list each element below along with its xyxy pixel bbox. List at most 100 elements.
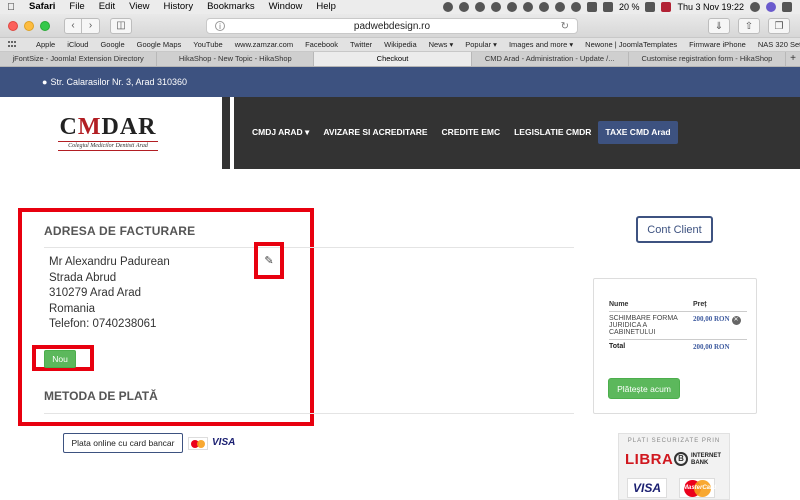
- bookmark-item[interactable]: Google Maps: [131, 40, 188, 49]
- status-icon[interactable]: [442, 2, 453, 12]
- minimize-window-button[interactable]: [24, 20, 34, 31]
- status-area: 20 % Thu 3 Nov 19:22: [442, 2, 800, 12]
- airplay-icon[interactable]: [586, 2, 597, 12]
- siri-icon[interactable]: [766, 2, 776, 12]
- chevron-left-icon: ‹: [71, 20, 75, 31]
- bookmark-item[interactable]: Popular ▾: [459, 40, 503, 49]
- bookmark-item[interactable]: YouTube: [187, 40, 228, 49]
- secure-payment-badge: PLATI SECURIZATE PRIN LIBRA B INTERNET BA…: [618, 433, 730, 500]
- forward-button[interactable]: ›: [82, 17, 100, 34]
- apple-menu-icon[interactable]: : [0, 2, 22, 13]
- battery-percent[interactable]: 20 %: [619, 2, 640, 12]
- nav-item-credite[interactable]: CREDITE EMC: [435, 121, 508, 144]
- sidebar-toggle-button[interactable]: ◫: [110, 17, 132, 34]
- pay-now-button[interactable]: Plătește acum: [608, 378, 680, 399]
- toolbar-right: ⇓ ⇧ ❐: [708, 18, 790, 34]
- sidebar-icon: ◫: [116, 20, 126, 31]
- nav-item-avizare[interactable]: AVIZARE SI ACREDITARE: [316, 121, 434, 144]
- bookmark-item[interactable]: NAS 320 Setari: [752, 40, 800, 49]
- logo-letter: DAR: [101, 114, 157, 140]
- column-header-name: Nume: [609, 299, 693, 312]
- menu-history[interactable]: History: [157, 0, 201, 14]
- visa-icon: VISA: [212, 437, 236, 448]
- menu-app-safari[interactable]: Safari: [22, 0, 62, 14]
- mastercard-text: MasterCard: [683, 485, 717, 491]
- bookmark-item[interactable]: Google: [94, 40, 130, 49]
- table-row: SCHIMBARE FORMA JURIDICA A CABINETULUI 2…: [609, 312, 747, 340]
- account-button[interactable]: Cont Client: [636, 216, 713, 243]
- bluetooth-icon[interactable]: [554, 2, 565, 12]
- remove-item-icon[interactable]: ✕: [731, 316, 741, 325]
- bookmark-item[interactable]: Images and more ▾: [503, 40, 579, 49]
- browser-tab-active[interactable]: Checkout: [314, 52, 472, 66]
- cart-item-price: 200,00 RON: [693, 315, 730, 323]
- libra-bank-logo: LIBRA: [625, 451, 674, 468]
- bookmark-item[interactable]: Wikipedia: [378, 40, 423, 49]
- time-machine-icon[interactable]: [538, 2, 549, 12]
- browser-tab[interactable]: jFontSize - Joomla! Extension Directory: [0, 52, 158, 66]
- nav-item-cmdj-arad[interactable]: CMDJ ARAD ▾: [245, 121, 316, 144]
- window-controls: [8, 20, 50, 31]
- bookmark-item[interactable]: Apple: [30, 40, 61, 49]
- logo-link[interactable]: CMDAR Colegiul Medicilor Dentisti Arad: [0, 97, 216, 169]
- bookmark-item[interactable]: Facebook: [299, 40, 344, 49]
- browser-tab[interactable]: HikaShop - New Topic - HikaShop: [157, 52, 315, 66]
- share-button[interactable]: ⇧: [738, 18, 760, 34]
- notification-center-icon[interactable]: [782, 2, 792, 12]
- browser-tab[interactable]: Customise registration form - HikaShop: [629, 52, 787, 66]
- nav-item-taxe[interactable]: TAXE CMD Arad: [598, 121, 678, 144]
- dropbox-icon[interactable]: [490, 2, 501, 12]
- bookmark-item[interactable]: Newone | JoomlaTemplates: [579, 40, 683, 49]
- bank-line: INTERNET: [691, 453, 721, 459]
- wifi-icon[interactable]: [570, 2, 581, 12]
- flag-icon[interactable]: [661, 2, 672, 12]
- bookmark-item[interactable]: www.zamzar.com: [229, 40, 299, 49]
- browser-tab[interactable]: CMD Arad - Administration - Update /...: [472, 52, 629, 66]
- column-header-price: Preț: [693, 299, 747, 312]
- bookmark-item[interactable]: News ▾: [423, 40, 460, 49]
- menu-help[interactable]: Help: [309, 0, 343, 14]
- status-icon[interactable]: [506, 2, 517, 12]
- url-text: padwebdesign.ro: [353, 20, 431, 32]
- menu-view[interactable]: View: [122, 0, 156, 14]
- volume-icon[interactable]: [602, 2, 613, 12]
- tabs-overview-button[interactable]: ❐: [768, 18, 790, 34]
- menu-edit[interactable]: Edit: [92, 0, 122, 14]
- table-header-row: Nume Preț: [609, 299, 747, 312]
- downloads-button[interactable]: ⇓: [708, 18, 730, 34]
- bookmark-item[interactable]: iCloud: [61, 40, 94, 49]
- mastercard-logo: MasterCard: [679, 478, 717, 498]
- header-divider: [230, 97, 234, 169]
- close-window-button[interactable]: [8, 20, 18, 31]
- reader-icon[interactable]: i: [215, 21, 225, 31]
- payment-option-card[interactable]: Plata online cu card bancar: [63, 433, 183, 453]
- internet-bank-label: INTERNET BANK: [691, 453, 721, 467]
- macos-menu-bar:  Safari File Edit View History Bookmark…: [0, 0, 800, 14]
- spotlight-icon[interactable]: [750, 2, 760, 12]
- table-row-total: Total 200,00 RON: [609, 339, 747, 354]
- billing-address: Mr Alexandru Padurean Strada Abrud 31027…: [49, 255, 170, 333]
- status-icon[interactable]: [474, 2, 485, 12]
- top-sites-icon[interactable]: [8, 40, 16, 49]
- back-button[interactable]: ‹: [64, 17, 82, 34]
- pencil-icon[interactable]: ✎: [262, 254, 276, 268]
- tab-bar: jFontSize - Joomla! Extension Directory …: [0, 52, 800, 67]
- menu-bookmarks[interactable]: Bookmarks: [200, 0, 262, 14]
- nav-item-legislatie[interactable]: LEGISLATIE CMDR: [507, 121, 598, 144]
- clock[interactable]: Thu 3 Nov 19:22: [677, 2, 744, 12]
- status-icon[interactable]: [458, 2, 469, 12]
- bookmark-item[interactable]: Firmware iPhone: [683, 40, 752, 49]
- new-tab-button[interactable]: +: [786, 52, 800, 66]
- zoom-window-button[interactable]: [40, 20, 50, 31]
- browser-toolbar: ‹ › ◫ i padwebdesign.ro ↻ ⇓ ⇧ ❐: [0, 14, 800, 38]
- address-bar[interactable]: i padwebdesign.ro ↻: [206, 18, 578, 34]
- status-icon[interactable]: [522, 2, 533, 12]
- address-country: Romania: [49, 302, 96, 315]
- divider: [44, 413, 574, 414]
- menu-file[interactable]: File: [62, 0, 91, 14]
- bookmark-item[interactable]: Twitter: [344, 40, 378, 49]
- new-address-button[interactable]: Nou: [44, 350, 76, 368]
- logo-letter: C: [59, 114, 78, 140]
- reload-icon[interactable]: ↻: [561, 21, 569, 32]
- menu-window[interactable]: Window: [262, 0, 310, 14]
